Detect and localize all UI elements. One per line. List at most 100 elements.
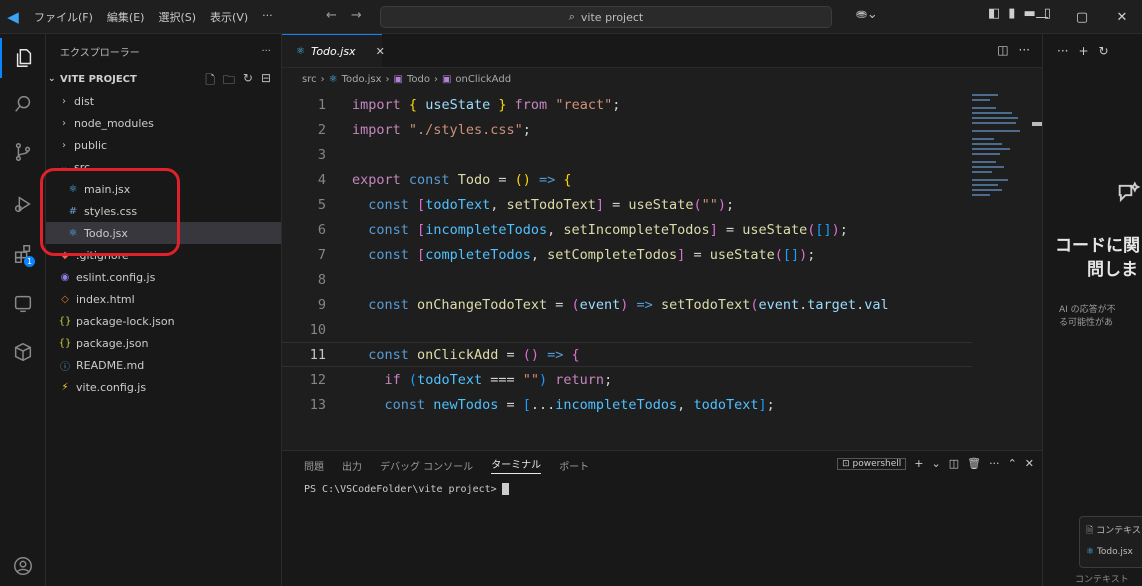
tree-file[interactable]: {} package.json — [46, 332, 281, 354]
minimap[interactable] — [972, 90, 1032, 200]
menu-edit[interactable]: 編集(E) — [107, 9, 145, 25]
maximize-button[interactable]: ▢ — [1062, 0, 1102, 34]
breadcrumb-file[interactable]: Todo.jsx — [342, 74, 382, 85]
close-window-button[interactable]: ✕ — [1102, 0, 1142, 34]
tree-file[interactable]: ⚡ vite.config.js — [46, 376, 281, 398]
scrollbar-thumb[interactable] — [1032, 122, 1042, 126]
panel-more-icon[interactable]: ··· — [989, 457, 1000, 470]
tree-file[interactable]: ⚛ main.jsx — [46, 178, 281, 200]
tree-file[interactable]: ◉ eslint.config.js — [46, 266, 281, 288]
run-debug-icon[interactable] — [0, 184, 46, 224]
react-file-icon: ⚛ — [296, 45, 305, 57]
breadcrumb-symbol-todo[interactable]: Todo — [407, 74, 430, 85]
tab-label: Todo.jsx — [310, 44, 356, 58]
trash-icon[interactable]: 🗑 — [967, 457, 981, 470]
git-file-icon: ◆ — [61, 249, 69, 261]
project-root[interactable]: ⌄ VITE PROJECT 🗋 🗀 ↻ ⊟ — [46, 68, 281, 90]
context-chip[interactable]: 🗎 コンテキスト — [1086, 523, 1142, 539]
tab-output[interactable]: 出力 — [342, 458, 362, 473]
close-tab-icon[interactable]: ✕ — [376, 45, 385, 58]
code-line: 10 — [309, 321, 326, 338]
back-arrow-icon[interactable]: ← — [326, 8, 337, 23]
refresh-icon[interactable]: ↻ — [243, 71, 253, 92]
split-terminal-icon[interactable]: ◫ — [949, 457, 959, 470]
code-line: 9 const onChangeTodoText = (event) => se… — [317, 296, 889, 313]
split-editor-icon[interactable]: ◫ — [997, 43, 1008, 57]
tab-ports[interactable]: ポート — [559, 458, 589, 473]
new-file-icon[interactable]: 🗋 — [205, 71, 215, 92]
file-tree: › dist › node_modules › public ⌄ src ⚛ main.jsx # s… — [46, 90, 281, 398]
menu-view[interactable]: 表示(V) — [210, 9, 248, 25]
tree-item-label: eslint.config.js — [76, 270, 156, 284]
vscode-logo-icon: ◀ — [7, 7, 19, 26]
menu-selection[interactable]: 選択(S) — [158, 9, 196, 25]
menu-file[interactable]: ファイル(F) — [34, 9, 93, 25]
menu-more[interactable]: ··· — [262, 9, 273, 25]
command-center-search[interactable]: ⌕ vite project — [380, 6, 832, 28]
containers-icon[interactable] — [0, 332, 46, 372]
search-text: vite project — [580, 10, 644, 24]
explorer-more-button[interactable]: ··· — [261, 46, 271, 57]
file-context-chip[interactable]: ⚛ Todo.jsx — [1086, 547, 1142, 557]
copilot-icon[interactable]: ⛂⌄ — [856, 7, 878, 22]
terminal-icon: ⊡ — [842, 458, 850, 469]
toggle-sidebar-icon[interactable]: ▮ — [1008, 6, 1015, 21]
tree-item-label: Todo.jsx — [84, 226, 128, 240]
chat-footer: コンテキスト — [1075, 575, 1129, 585]
tree-folder[interactable]: › public — [46, 134, 281, 156]
chat-more-icon[interactable]: ··· — [1057, 44, 1068, 58]
forward-arrow-icon[interactable]: → — [351, 8, 362, 23]
chat-disclaimer: AI の応答が不 る可能性があ — [1059, 305, 1116, 328]
layout-controls-icon[interactable]: ◧ — [988, 6, 1000, 21]
react-file-icon: ⚛ — [68, 227, 78, 239]
code-editor[interactable]: 1 import { useState } from "react"; 2 impo… — [282, 90, 972, 450]
symbol-icon: ▣ — [441, 73, 452, 85]
remote-explorer-icon[interactable] — [0, 284, 46, 324]
history-icon[interactable]: ↻ — [1099, 44, 1109, 58]
close-panel-icon[interactable]: ✕ — [1025, 457, 1034, 470]
extensions-icon[interactable]: 1 — [0, 234, 46, 274]
tree-file[interactable]: ⚛ Todo.jsx — [46, 222, 281, 244]
tree-folder[interactable]: › node_modules — [46, 112, 281, 134]
source-control-icon[interactable] — [0, 132, 46, 172]
editor-more-icon[interactable]: ··· — [1019, 43, 1030, 57]
breadcrumb-src[interactable]: src — [302, 74, 317, 85]
chevron-down-icon: ⌄ — [48, 74, 56, 84]
tree-item-label: styles.css — [84, 204, 138, 218]
chevron-down-icon[interactable]: ⌄ — [931, 457, 940, 470]
minimize-button[interactable]: — — [1022, 0, 1062, 34]
tab-terminal[interactable]: ターミナル — [491, 456, 542, 474]
breadcrumb: src › ⚛ Todo.jsx › ▣ Todo › ▣ onClickAdd — [282, 68, 1042, 90]
tab-todo-jsx[interactable]: ⚛ Todo.jsx ✕ — [282, 34, 385, 67]
breadcrumb-separator-icon: › — [320, 73, 325, 85]
tree-file[interactable]: {} package-lock.json — [46, 310, 281, 332]
chat-input[interactable]: 🗎 コンテキスト ⚛ Todo.jsx — [1079, 516, 1142, 568]
search-view-icon[interactable] — [0, 84, 46, 124]
tree-file[interactable]: ◆ .gitignore — [46, 244, 281, 266]
terminal-cursor — [501, 483, 509, 495]
tab-debug-console[interactable]: デバッグ コンソール — [380, 458, 473, 473]
maximize-panel-icon[interactable]: ⌃ — [1008, 457, 1017, 470]
breadcrumb-symbol-onclickadd[interactable]: onClickAdd — [455, 74, 511, 85]
new-folder-icon[interactable]: 🗀 — [223, 71, 235, 92]
code-line: 7 const [completeTodos, setCompleteTodos… — [317, 246, 816, 263]
tree-folder[interactable]: ⌄ src — [46, 156, 281, 178]
activity-bar: 1 — [0, 34, 46, 586]
tree-file[interactable]: # styles.css — [46, 200, 281, 222]
explorer-icon[interactable] — [0, 38, 46, 78]
tree-item-label: src — [74, 160, 91, 174]
terminal[interactable]: PS C:\VSCodeFolder\vite project> — [282, 479, 1042, 495]
new-terminal-icon[interactable]: + — [914, 457, 923, 470]
tab-problems[interactable]: 問題 — [304, 458, 324, 473]
collapse-all-icon[interactable]: ⊟ — [261, 71, 271, 92]
tree-file[interactable]: ⓘ README.md — [46, 354, 281, 376]
account-icon[interactable] — [0, 546, 46, 586]
tree-folder[interactable]: › dist — [46, 90, 281, 112]
project-name: VITE PROJECT — [60, 73, 137, 85]
tree-file[interactable]: ◇ index.html — [46, 288, 281, 310]
html-file-icon: ◇ — [61, 293, 69, 305]
new-chat-icon[interactable]: + — [1078, 44, 1088, 58]
terminal-shell-selector[interactable]: ⊡ powershell — [837, 457, 907, 470]
chevron-down-icon: ⌄ — [59, 161, 69, 173]
chevron-right-icon: › — [62, 117, 66, 129]
